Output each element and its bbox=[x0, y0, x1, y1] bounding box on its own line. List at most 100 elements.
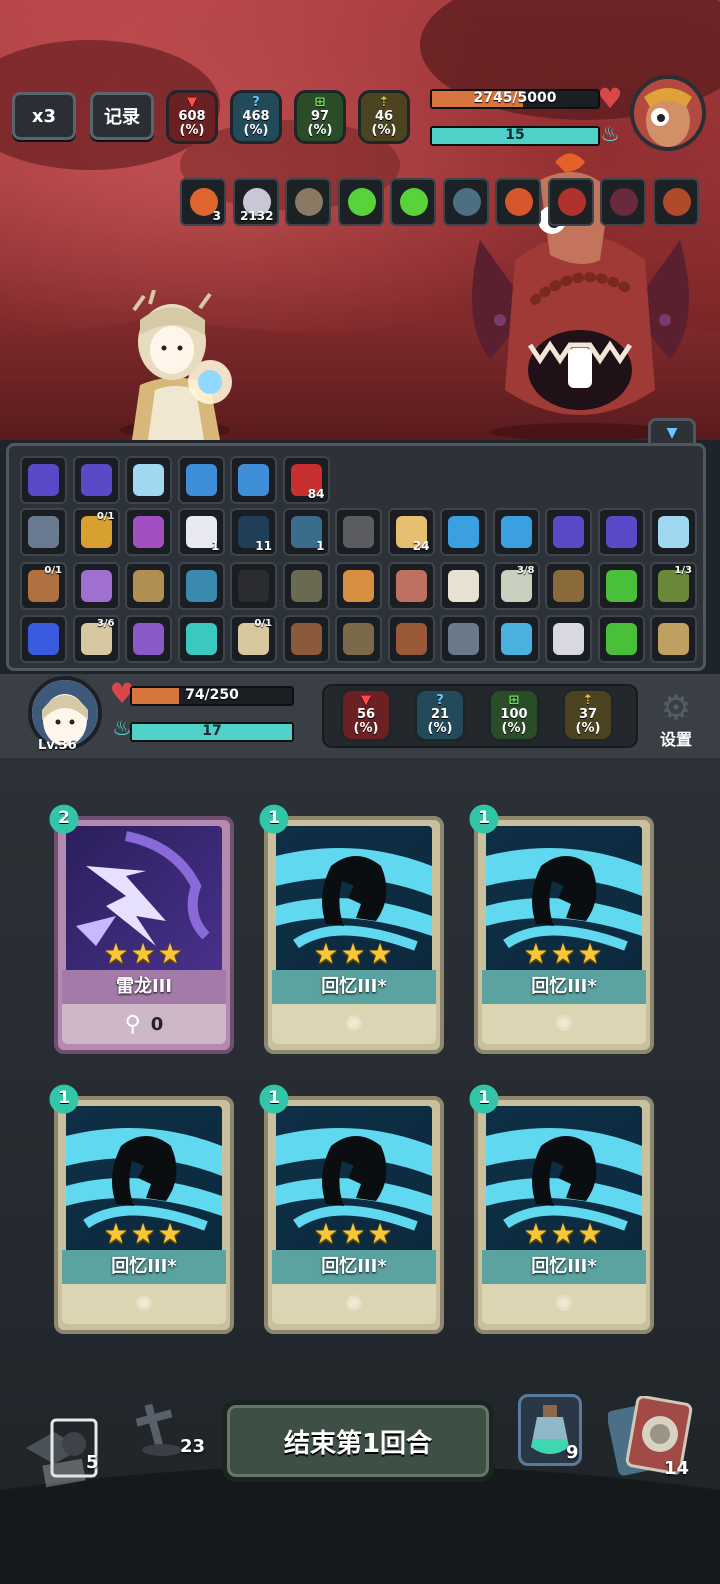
green-slime-icon bbox=[400, 188, 428, 216]
discard-pile-button[interactable] bbox=[126, 1400, 186, 1460]
enemy-buff-slot[interactable] bbox=[390, 178, 436, 226]
inventory-slot[interactable] bbox=[20, 456, 67, 504]
inventory-slot[interactable] bbox=[282, 562, 330, 610]
card-cost: ● 1 bbox=[254, 1074, 294, 1118]
inventory-slot[interactable] bbox=[650, 615, 697, 663]
inventory-slot[interactable] bbox=[177, 456, 225, 504]
inventory-slot[interactable] bbox=[20, 508, 67, 556]
inventory-slot[interactable]: 0/1 bbox=[72, 508, 120, 556]
crit-icon: ? bbox=[252, 95, 260, 110]
inventory-slot[interactable] bbox=[650, 508, 697, 556]
inventory-slot[interactable] bbox=[440, 508, 487, 556]
inventory-slot[interactable] bbox=[387, 562, 435, 610]
skill-card[interactable]: ★★★ 回忆III* ✺ ● 1 bbox=[467, 794, 654, 1054]
enemy-portrait[interactable] bbox=[630, 75, 706, 151]
inventory-slot[interactable] bbox=[72, 562, 120, 610]
gem-orb-icon bbox=[605, 516, 637, 548]
inventory-slot[interactable]: 1 bbox=[282, 508, 330, 556]
attack-icon: ▼ bbox=[361, 693, 371, 708]
cauldron-icon bbox=[290, 623, 322, 655]
enemy-stat-unit: (%) bbox=[307, 123, 333, 138]
whistle-icon: ✺ bbox=[554, 1291, 574, 1317]
skill-card[interactable]: ★★★ 雷龙III ⚲ 0 ● 2 bbox=[47, 794, 234, 1054]
card-name: 回忆III* bbox=[272, 1250, 436, 1284]
inventory-slot[interactable]: 0/1 bbox=[230, 615, 277, 663]
card-cost-value: 1 bbox=[268, 808, 280, 828]
inventory-slot[interactable] bbox=[440, 562, 487, 610]
inventory-slot[interactable]: 24 bbox=[387, 508, 435, 556]
enemy-stat-value: 46 bbox=[374, 109, 394, 124]
inventory-slot[interactable] bbox=[125, 562, 172, 610]
enemy-buff-slot[interactable] bbox=[285, 178, 331, 226]
log-button[interactable]: 记录 bbox=[90, 92, 154, 140]
inventory-slot[interactable] bbox=[492, 615, 540, 663]
end-turn-button[interactable]: 结束第1回合 bbox=[222, 1400, 494, 1482]
inventory-slot[interactable] bbox=[387, 615, 435, 663]
gem-orb-icon bbox=[28, 464, 59, 496]
speed-button[interactable]: x3 bbox=[12, 92, 76, 140]
wing-icon bbox=[610, 188, 638, 216]
inventory-slot[interactable] bbox=[125, 615, 172, 663]
tombstone-cross-icon bbox=[135, 1403, 182, 1456]
buff-count: 2132 bbox=[240, 209, 274, 223]
heart-icon: ♥ bbox=[597, 82, 623, 115]
inventory-slot[interactable] bbox=[545, 615, 592, 663]
inventory-slot[interactable] bbox=[177, 615, 225, 663]
enemy-stat-value: 608 bbox=[178, 109, 206, 124]
whistle-icon: ✺ bbox=[134, 1291, 154, 1317]
claw-icon bbox=[557, 188, 586, 216]
card-stars: ★★★ bbox=[103, 937, 185, 970]
enemy-buff-slot[interactable] bbox=[337, 178, 384, 226]
inventory-slot[interactable]: 1 bbox=[177, 508, 225, 556]
inventory-slot[interactable] bbox=[177, 562, 225, 610]
inventory-slot[interactable] bbox=[230, 562, 277, 610]
card-cost: ● 1 bbox=[44, 1074, 84, 1118]
inventory-slot[interactable] bbox=[125, 508, 172, 556]
slot-progress: 0/1 bbox=[254, 618, 272, 629]
inventory-slot[interactable]: 0/1 bbox=[20, 562, 67, 610]
inventory-slot[interactable] bbox=[335, 615, 382, 663]
enemy-buff-slot[interactable] bbox=[547, 178, 594, 226]
inventory-slot[interactable] bbox=[545, 562, 592, 610]
inventory-slot[interactable] bbox=[335, 562, 382, 610]
inventory-slot[interactable]: 1/3 bbox=[650, 562, 697, 610]
inventory-slot[interactable]: 84 bbox=[282, 456, 330, 504]
inventory-slot[interactable] bbox=[125, 456, 172, 504]
enemy-buff-slot[interactable]: 2132 bbox=[232, 178, 279, 226]
inventory-slot[interactable] bbox=[72, 456, 120, 504]
inventory-slot[interactable] bbox=[335, 508, 382, 556]
card-stars: ★★★ bbox=[523, 937, 605, 970]
enemy-buff-slot[interactable] bbox=[652, 178, 699, 226]
card-footer-value: 0 bbox=[150, 1013, 164, 1035]
inventory-slot[interactable] bbox=[492, 508, 540, 556]
inventory-slot[interactable]: 11 bbox=[230, 508, 277, 556]
enemy-buff-slot[interactable] bbox=[442, 178, 489, 226]
skill-card[interactable]: ★★★ 回忆III* ✺ ● 1 bbox=[257, 1074, 444, 1334]
card-name: 回忆III* bbox=[62, 1250, 226, 1284]
discard-pile-count: 23 bbox=[180, 1436, 206, 1457]
inventory-slot[interactable] bbox=[597, 508, 645, 556]
armor-icon bbox=[290, 570, 322, 602]
inventory-slot[interactable]: 3/8 bbox=[492, 562, 540, 610]
enemy-buff-slot[interactable]: 3 bbox=[180, 178, 226, 226]
inventory-slot[interactable] bbox=[440, 615, 487, 663]
enemy-buff-slot[interactable] bbox=[600, 178, 646, 226]
enemy-stat-crit: ? 468 (%) bbox=[230, 90, 282, 144]
inventory-slot[interactable] bbox=[545, 508, 592, 556]
skill-card[interactable]: ★★★ 回忆III* ✺ ● 1 bbox=[257, 794, 444, 1054]
pierce-icon: ⇡ bbox=[378, 95, 390, 110]
slot-count: 84 bbox=[307, 487, 325, 501]
skill-card[interactable]: ★★★ 回忆III* ✺ ● 1 bbox=[467, 1074, 654, 1334]
inventory-slot[interactable]: 3/6 bbox=[72, 615, 120, 663]
inventory-slot[interactable] bbox=[597, 562, 645, 610]
inventory-slot[interactable] bbox=[597, 615, 645, 663]
enemy-buff-slot[interactable] bbox=[495, 178, 541, 226]
inventory-slot[interactable] bbox=[20, 615, 67, 663]
inventory-slot[interactable] bbox=[230, 456, 277, 504]
skill-card[interactable]: ★★★ 回忆III* ✺ ● 1 bbox=[47, 1074, 234, 1334]
inventory-slot[interactable] bbox=[282, 615, 330, 663]
slime-icon bbox=[605, 623, 637, 655]
enemy-energy-bar: 15 bbox=[430, 126, 600, 146]
settings-button[interactable]: ⚙ 设置 bbox=[648, 690, 704, 750]
whistle-icon: ✺ bbox=[344, 1291, 364, 1317]
